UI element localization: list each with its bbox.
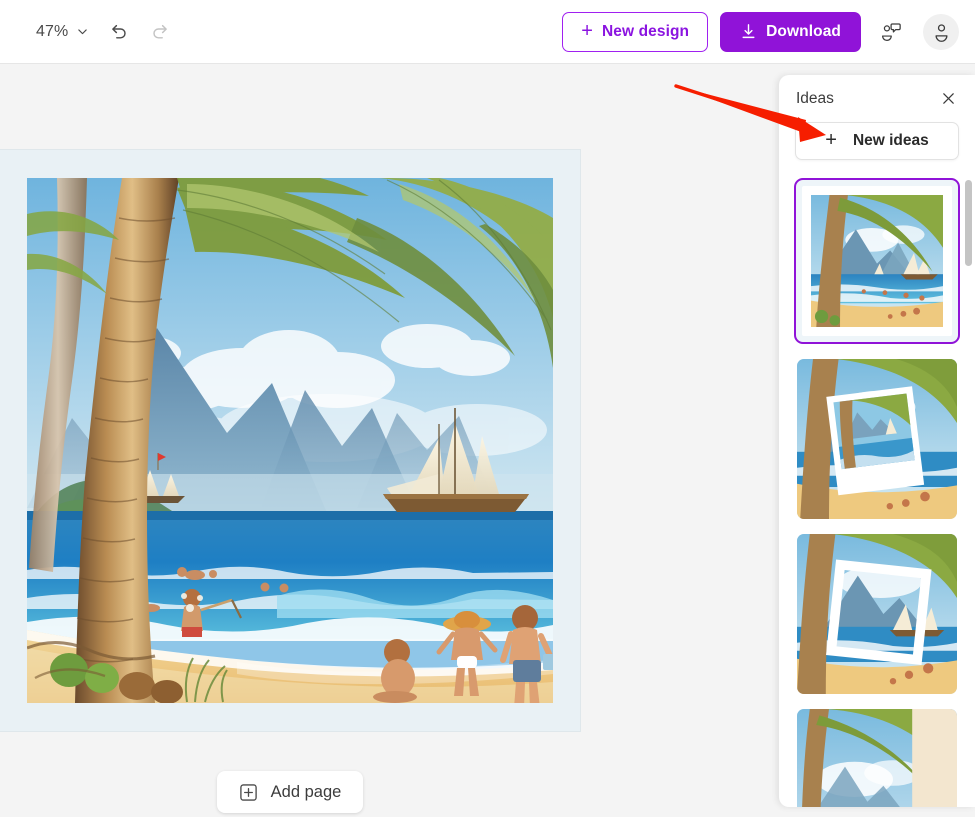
user-avatar[interactable] xyxy=(923,13,959,50)
new-design-button[interactable]: + New design xyxy=(562,11,709,52)
user-avatar-icon xyxy=(934,24,948,42)
add-page-button[interactable]: Add page xyxy=(216,771,364,813)
idea-thumb-1-image xyxy=(802,186,952,336)
ideas-panel-header: Ideas xyxy=(779,75,975,122)
toolbar-left-group: 47% xyxy=(0,14,178,50)
undo-button[interactable] xyxy=(100,14,136,50)
ideas-thumbnail-list[interactable] xyxy=(779,178,975,807)
canvas-workspace[interactable]: Add page xyxy=(0,64,779,817)
redo-button[interactable] xyxy=(142,14,178,50)
toolbar-right-group: + New design Download xyxy=(562,11,975,52)
artwork-image[interactable] xyxy=(27,178,553,703)
new-design-label: New design xyxy=(602,22,690,40)
design-page[interactable] xyxy=(0,149,581,732)
ideas-scrollbar-thumb[interactable] xyxy=(965,180,972,266)
ideas-scrollbar-track[interactable] xyxy=(965,180,972,805)
zoom-level-value: 47% xyxy=(36,22,69,40)
plus-icon: + xyxy=(825,129,837,151)
new-ideas-label: New ideas xyxy=(852,132,929,149)
panel-thumbnail-illustration xyxy=(797,709,957,807)
redo-icon xyxy=(153,24,167,39)
download-button[interactable]: Download xyxy=(720,11,861,52)
new-ideas-button[interactable]: + New ideas xyxy=(795,122,959,160)
polaroid-thumbnail-illustration xyxy=(797,359,957,519)
close-panel-button[interactable] xyxy=(935,86,961,112)
plus-icon: + xyxy=(581,19,593,42)
top-toolbar: 47% + New design Download xyxy=(0,0,975,64)
framed-thumbnail-illustration xyxy=(797,534,957,694)
beach-illustration xyxy=(27,178,553,703)
add-page-label: Add page xyxy=(270,782,342,801)
zoom-level-dropdown[interactable]: 47% xyxy=(30,18,94,46)
idea-thumb-4[interactable] xyxy=(797,709,957,807)
comments-icon xyxy=(881,22,901,41)
ideas-panel-title: Ideas xyxy=(796,89,834,107)
canva-editor-window: 47% + New design Download Add page Ideas… xyxy=(0,0,975,817)
square-plus-icon xyxy=(239,783,257,801)
beach-thumbnail-illustration xyxy=(802,186,952,336)
ideas-panel: Ideas + New ideas xyxy=(779,75,975,807)
idea-thumb-3[interactable] xyxy=(797,534,957,694)
undo-icon xyxy=(111,24,126,39)
idea-thumb-2[interactable] xyxy=(797,359,957,519)
add-page-area: Add page xyxy=(0,771,580,813)
comments-button[interactable] xyxy=(873,14,909,50)
close-icon xyxy=(942,93,954,104)
chevron-down-icon xyxy=(78,29,88,35)
idea-thumb-1[interactable] xyxy=(794,178,960,344)
download-label: Download xyxy=(766,22,841,40)
download-icon xyxy=(742,24,755,39)
